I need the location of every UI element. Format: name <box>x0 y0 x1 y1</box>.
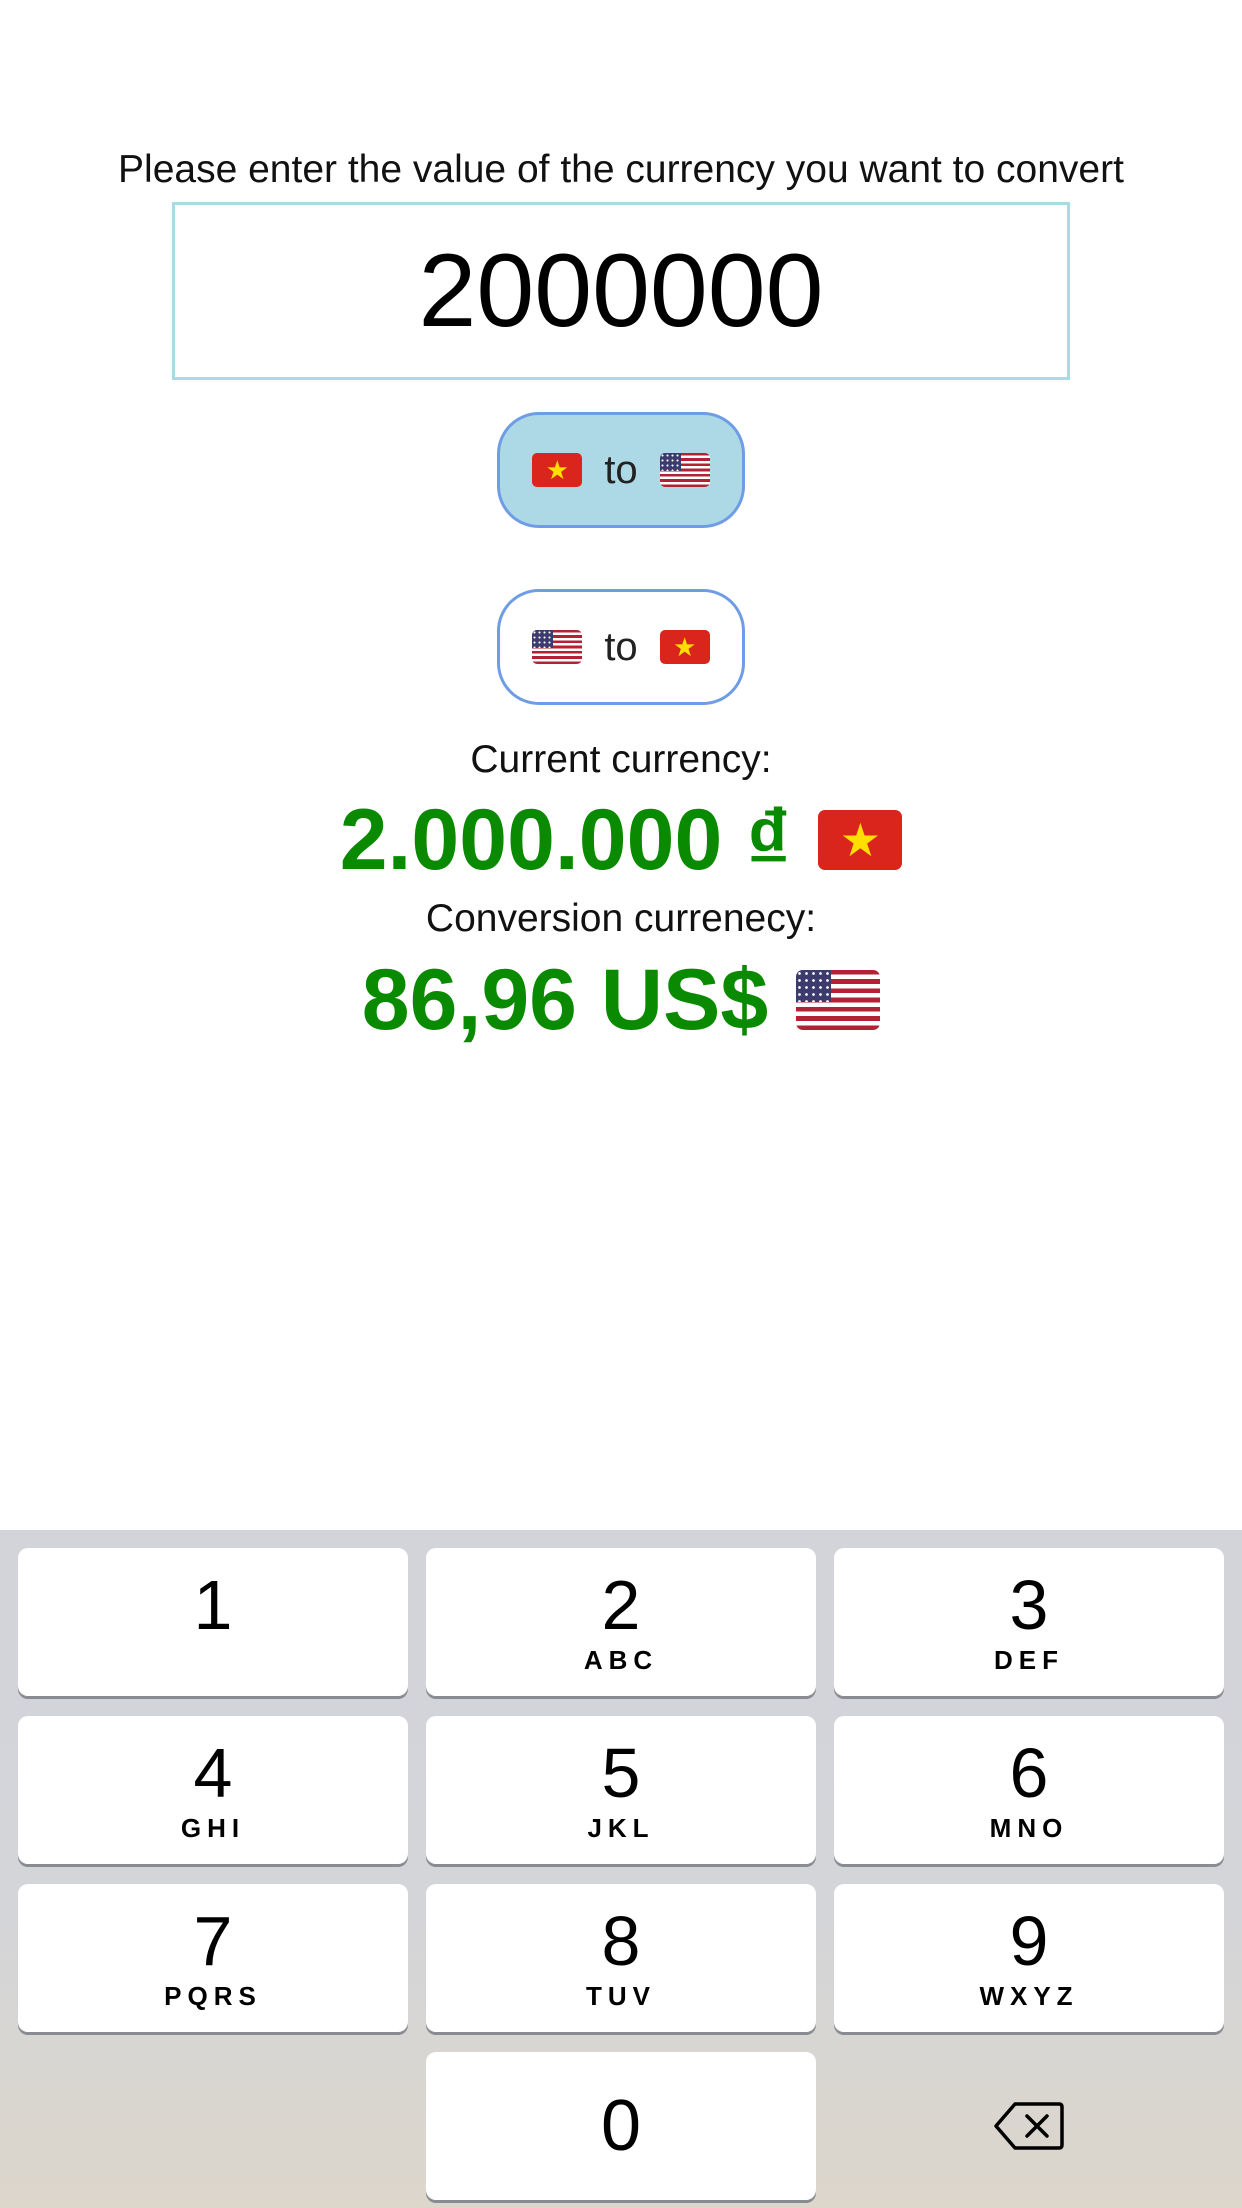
numeric-keypad: 1 2 ABC 3 DEF 4 GHI 5 JKL 6 MNO 7 PQRS 8 <box>0 1530 1242 2208</box>
key-digit: 1 <box>193 1566 233 1644</box>
key-8[interactable]: 8 TUV <box>426 1884 816 2032</box>
key-digit: 5 <box>601 1734 641 1812</box>
flag-vietnam-icon: ★ <box>532 453 583 487</box>
key-digit: 0 <box>600 2086 642 2166</box>
key-3[interactable]: 3 DEF <box>834 1548 1224 1696</box>
flag-usa-icon <box>532 630 583 664</box>
current-currency-label: Current currency: <box>470 738 772 781</box>
usd-to-vnd-button[interactable]: to ★ <box>497 589 745 705</box>
key-letters: TUV <box>586 1981 656 2011</box>
current-currency-value: 2.000.000 ₫ <box>339 791 791 888</box>
key-7[interactable]: 7 PQRS <box>18 1884 408 2032</box>
key-digit: 8 <box>601 1902 641 1980</box>
backspace-icon <box>994 2102 1064 2150</box>
key-4[interactable]: 4 GHI <box>18 1716 408 1864</box>
vnd-to-usd-button[interactable]: ★ to <box>497 412 745 528</box>
direction-label: to <box>604 624 638 669</box>
delete-key[interactable] <box>834 2052 1224 2200</box>
key-digit: 9 <box>1009 1902 1049 1980</box>
key-letters: WXYZ <box>979 1981 1079 2011</box>
flag-vietnam-icon: ★ <box>659 630 710 664</box>
key-letters: PQRS <box>164 1981 262 2011</box>
conversion-currency-value: 86,96 US$ <box>361 951 769 1048</box>
key-digit: 2 <box>601 1566 641 1644</box>
key-1[interactable]: 1 <box>18 1548 408 1696</box>
amount-input[interactable] <box>172 202 1070 380</box>
key-letters: DEF <box>994 1645 1064 1675</box>
flag-usa-icon <box>659 453 710 487</box>
key-letters: GHI <box>180 1813 246 1843</box>
key-0[interactable]: 0 <box>426 2052 816 2200</box>
currency-converter-app: Please enter the value of the currency y… <box>0 0 1242 2208</box>
flag-vietnam-icon: ★ <box>818 810 903 870</box>
key-digit: 4 <box>193 1734 233 1812</box>
key-2[interactable]: 2 ABC <box>426 1548 816 1696</box>
key-digit: 3 <box>1009 1566 1049 1644</box>
instruction-text: Please enter the value of the currency y… <box>118 148 1124 191</box>
key-9[interactable]: 9 WXYZ <box>834 1884 1224 2032</box>
key-6[interactable]: 6 MNO <box>834 1716 1224 1864</box>
key-letters: MNO <box>989 1813 1069 1843</box>
conversion-currency-display: 86,96 US$ <box>0 950 1242 1050</box>
current-currency-display: 2.000.000 ₫ ★ <box>0 790 1242 890</box>
key-digit: 6 <box>1009 1734 1049 1812</box>
key-letters: ABC <box>583 1645 659 1675</box>
flag-usa-icon <box>796 970 881 1030</box>
direction-label: to <box>604 447 638 492</box>
conversion-currency-label: Conversion currenecy: <box>425 897 817 940</box>
key-digit: 7 <box>193 1902 233 1980</box>
key-5[interactable]: 5 JKL <box>426 1716 816 1864</box>
key-letters: JKL <box>587 1813 655 1843</box>
